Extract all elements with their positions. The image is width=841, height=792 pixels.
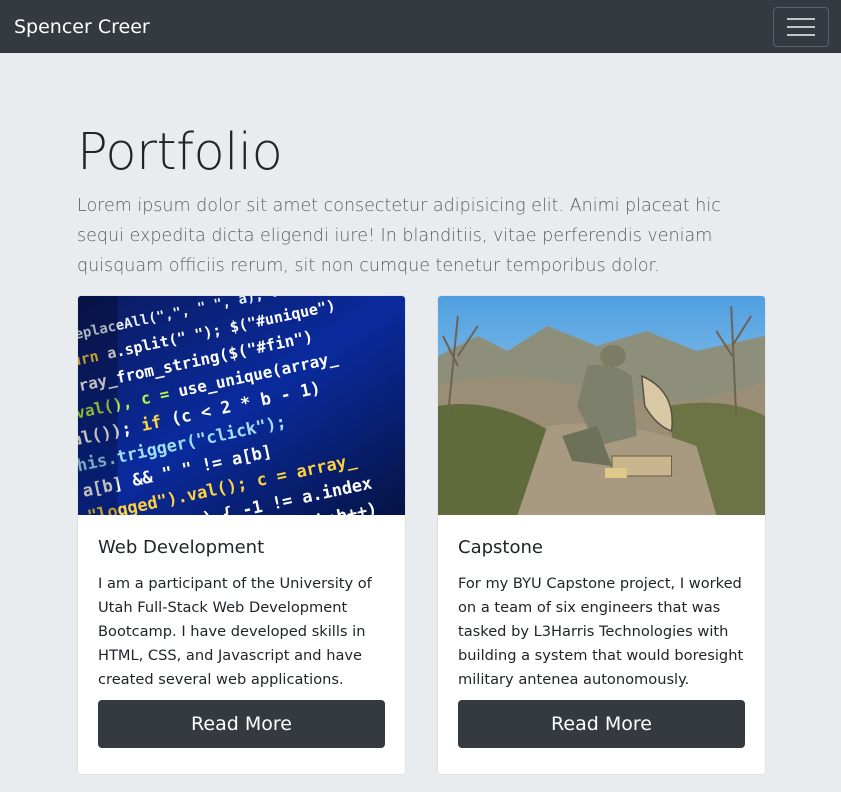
- soldier-with-antenna-photo: [438, 296, 765, 515]
- project-card-capstone: Capstone For my BYU Capstone project, I …: [437, 295, 766, 775]
- brand-link[interactable]: Spencer Creer: [14, 16, 150, 38]
- read-more-button[interactable]: Read More: [458, 700, 745, 748]
- card-body: Web Development I am a participant of th…: [78, 515, 405, 768]
- card-title: Capstone: [458, 537, 543, 558]
- card-title: Web Development: [98, 537, 265, 558]
- lead-paragraph: Lorem ipsum dolor sit amet consectetur a…: [77, 196, 721, 276]
- page-title: Portfolio: [77, 123, 283, 182]
- card-body: Capstone For my BYU Capstone project, I …: [438, 515, 765, 768]
- code-screen-photo: a.replaceAll(",", " ", a); a = a. return…: [78, 296, 405, 515]
- navbar: Spencer Creer: [0, 0, 841, 53]
- card-text: I am a participant of the University of …: [98, 575, 372, 688]
- project-card-web-development: a.replaceAll(",", " ", a); a = a. return…: [77, 295, 406, 775]
- card-text: For my BYU Capstone project, I worked on…: [458, 575, 744, 688]
- project-cards: a.replaceAll(",", " ", a); a = a. return…: [77, 295, 766, 775]
- main-content: Portfolio Lorem ipsum dolor sit amet con…: [0, 53, 841, 775]
- navbar-toggle-button[interactable]: [773, 6, 829, 47]
- read-more-button[interactable]: Read More: [98, 700, 385, 748]
- hamburger-menu-icon: [787, 17, 815, 36]
